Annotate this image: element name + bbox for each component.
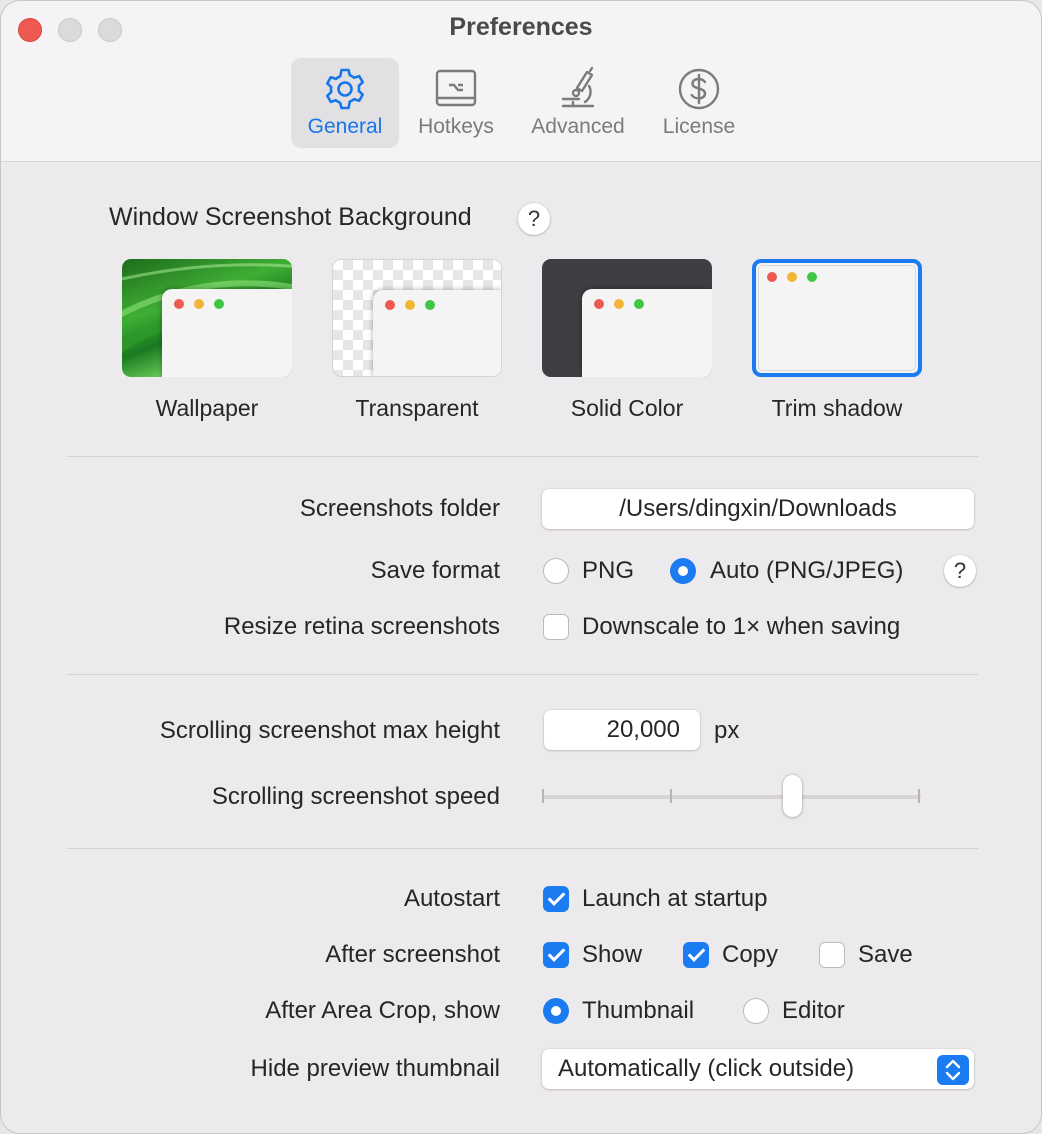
yellow-dot bbox=[194, 299, 204, 309]
max-height-field[interactable]: 20,000 bbox=[544, 710, 700, 750]
yellow-dot bbox=[787, 272, 797, 282]
crop-editor-radio[interactable] bbox=[743, 998, 769, 1024]
autostart-label: Autostart bbox=[403, 885, 500, 912]
screenshots-folder-field[interactable]: /Users/dingxin/Downloads bbox=[542, 489, 974, 529]
launch-at-startup-label: Launch at startup bbox=[582, 885, 768, 912]
divider bbox=[67, 848, 978, 849]
background-help-button[interactable]: ? bbox=[518, 203, 550, 235]
slider-tick bbox=[670, 789, 672, 803]
yellow-dot bbox=[405, 300, 415, 310]
after-show-label: Show bbox=[582, 941, 643, 968]
wallpaper-mini-window bbox=[162, 289, 292, 377]
scroll-speed-track[interactable] bbox=[543, 795, 921, 799]
background-section-title: Window Screenshot Background bbox=[109, 203, 472, 231]
downscale-label: Downscale to 1× when saving bbox=[582, 613, 901, 640]
tab-advanced-label: Advanced bbox=[531, 115, 625, 138]
keyboard-icon bbox=[435, 69, 477, 107]
after-copy-checkbox[interactable] bbox=[683, 942, 709, 968]
red-dot bbox=[767, 272, 777, 282]
hide-preview-value: Automatically (click outside) bbox=[558, 1055, 855, 1082]
solid-mini-window bbox=[582, 289, 712, 377]
select-stepper[interactable] bbox=[937, 1055, 969, 1085]
max-height-unit: px bbox=[714, 717, 740, 744]
format-png-label: PNG bbox=[582, 557, 635, 584]
green-dot bbox=[634, 299, 644, 309]
crop-editor-label: Editor bbox=[782, 997, 845, 1024]
solid-color-label: Solid Color bbox=[570, 395, 684, 421]
solid-color-option[interactable] bbox=[542, 259, 712, 377]
resize-retina-label: Resize retina screenshots bbox=[223, 613, 500, 640]
crop-thumbnail-radio[interactable] bbox=[543, 998, 569, 1024]
format-png-radio[interactable] bbox=[543, 558, 569, 584]
launch-at-startup-checkbox[interactable] bbox=[543, 886, 569, 912]
tab-general-label: General bbox=[307, 115, 383, 138]
preferences-window: Preferences General Hotkeys Advanced Lic… bbox=[0, 0, 1042, 1134]
transparent-label: Transparent bbox=[355, 395, 479, 421]
after-show-checkbox[interactable] bbox=[543, 942, 569, 968]
after-screenshot-label: After screenshot bbox=[325, 941, 500, 968]
trim-shadow-option[interactable] bbox=[752, 259, 922, 377]
trim-shadow-label: Trim shadow bbox=[771, 395, 903, 421]
red-dot bbox=[174, 299, 184, 309]
format-auto-label: Auto (PNG/JPEG) bbox=[710, 557, 904, 584]
wallpaper-option[interactable] bbox=[122, 259, 292, 377]
microscope-icon bbox=[561, 66, 595, 108]
window-title: Preferences bbox=[449, 13, 593, 41]
screenshots-folder-label: Screenshots folder bbox=[299, 495, 500, 522]
max-height-label: Scrolling screenshot max height bbox=[159, 717, 500, 744]
trim-mini-window bbox=[758, 265, 916, 371]
save-format-label: Save format bbox=[370, 557, 500, 584]
green-dot bbox=[214, 299, 224, 309]
area-crop-label: After Area Crop, show bbox=[265, 997, 500, 1024]
transparent-mini-window bbox=[373, 290, 501, 376]
format-auto-radio[interactable] bbox=[670, 558, 696, 584]
hide-preview-select[interactable]: Automatically (click outside) bbox=[542, 1049, 974, 1089]
green-dot bbox=[425, 300, 435, 310]
tab-license-label: License bbox=[662, 115, 736, 138]
slider-tick bbox=[542, 789, 544, 803]
transparent-option[interactable] bbox=[332, 259, 502, 377]
after-copy-label: Copy bbox=[722, 941, 779, 968]
crop-thumbnail-label: Thumbnail bbox=[582, 997, 695, 1024]
tab-general[interactable]: General bbox=[291, 58, 399, 148]
tab-license[interactable]: License bbox=[649, 58, 749, 148]
divider bbox=[67, 674, 978, 675]
tab-advanced[interactable]: Advanced bbox=[519, 58, 637, 148]
dollar-icon bbox=[678, 68, 720, 110]
slider-tick bbox=[918, 789, 920, 803]
scroll-speed-slider-knob[interactable] bbox=[782, 775, 802, 817]
scroll-speed-label: Scrolling screenshot speed bbox=[211, 783, 500, 810]
format-help-button[interactable]: ? bbox=[944, 555, 976, 587]
downscale-checkbox[interactable] bbox=[543, 614, 569, 640]
red-dot bbox=[594, 299, 604, 309]
tab-hotkeys[interactable]: Hotkeys bbox=[406, 58, 506, 148]
hide-preview-label: Hide preview thumbnail bbox=[250, 1055, 500, 1082]
gear-icon bbox=[326, 68, 364, 110]
red-dot bbox=[385, 300, 395, 310]
wallpaper-label: Wallpaper bbox=[155, 395, 259, 421]
toolbar: Preferences General Hotkeys Advanced Lic… bbox=[1, 1, 1041, 162]
after-save-checkbox[interactable] bbox=[819, 942, 845, 968]
divider bbox=[67, 456, 978, 457]
after-save-label: Save bbox=[858, 941, 913, 968]
tab-hotkeys-label: Hotkeys bbox=[418, 115, 494, 138]
chevron-up-down-icon bbox=[945, 1059, 961, 1081]
green-dot bbox=[807, 272, 817, 282]
yellow-dot bbox=[614, 299, 624, 309]
